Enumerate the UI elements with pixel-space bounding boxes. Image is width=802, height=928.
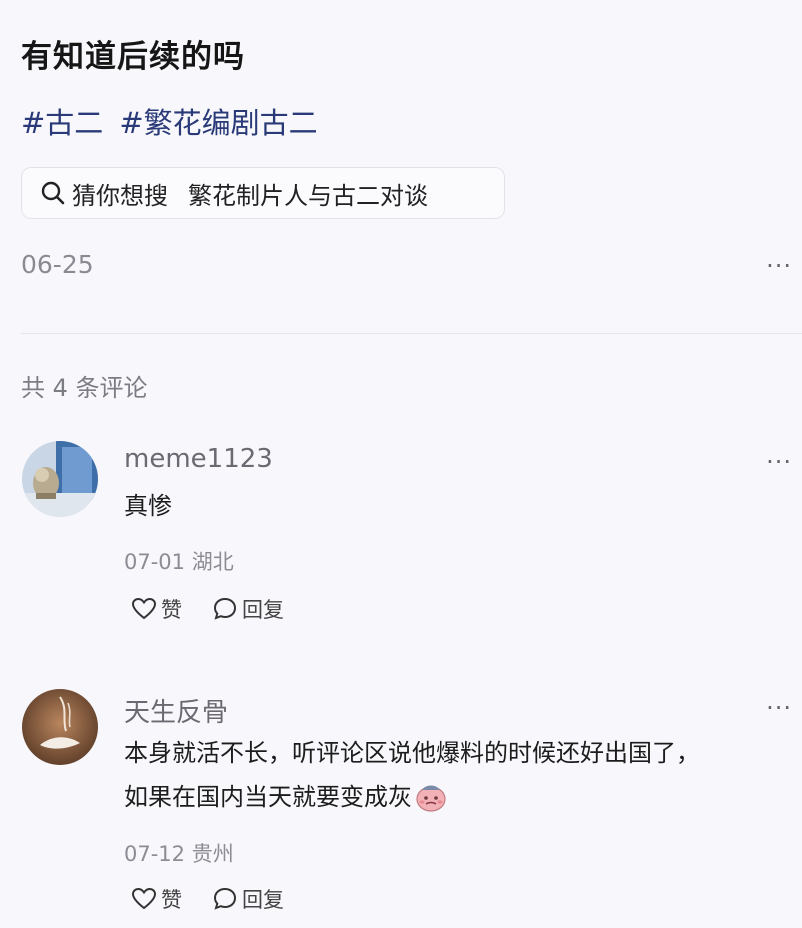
- like-button[interactable]: 赞: [131, 594, 182, 624]
- comment-location: 湖北: [191, 550, 234, 574]
- post-more-icon[interactable]: ···: [766, 252, 792, 280]
- avatar[interactable]: [22, 441, 98, 517]
- comment-text: 本身就活不长，听评论区说他爆料的时候还好出国了， 如果在国内当天就要变成灰: [124, 731, 700, 819]
- comment-more-icon[interactable]: ···: [766, 694, 792, 722]
- comment-username[interactable]: meme1123: [124, 444, 273, 474]
- comment-text-line-content: 如果在国内当天就要变成灰: [124, 783, 412, 811]
- post-date: 06-25: [21, 250, 94, 279]
- tag-link[interactable]: #古二: [21, 106, 103, 140]
- comment-location: 贵州: [191, 842, 234, 866]
- reply-label: 回复: [242, 598, 284, 622]
- suggested-search-chip[interactable]: 猜你想搜 繁花制片人与古二对谈: [21, 167, 505, 219]
- comment-icon: [213, 597, 237, 620]
- comment-text-line: 如果在国内当天就要变成灰: [124, 775, 700, 819]
- comment-actions: 赞 回复: [131, 594, 284, 624]
- search-icon: [41, 181, 65, 205]
- avatar-image: [22, 689, 98, 765]
- like-button[interactable]: 赞: [131, 884, 182, 914]
- reply-button[interactable]: 回复: [212, 594, 284, 624]
- reply-label: 回复: [242, 888, 284, 912]
- comment-icon: [213, 887, 237, 910]
- reply-button[interactable]: 回复: [212, 884, 284, 914]
- comment-date: 07-12: [124, 842, 186, 866]
- like-label: 赞: [161, 888, 182, 912]
- comment-text-line: 本身就活不长，听评论区说他爆料的时候还好出国了，: [124, 739, 700, 767]
- comment-username[interactable]: 天生反骨: [124, 692, 228, 729]
- comment-text: 真惨: [124, 484, 172, 528]
- emoji-icon: [416, 785, 446, 812]
- comment-actions: 赞 回复: [131, 884, 284, 914]
- search-query: 繁花制片人与古二对谈: [188, 181, 428, 210]
- comment-more-icon[interactable]: ···: [766, 448, 792, 476]
- tag-link[interactable]: #繁花编剧古二: [119, 106, 317, 140]
- heart-icon: [131, 887, 157, 910]
- avatar[interactable]: [22, 689, 98, 765]
- divider: [21, 333, 802, 334]
- like-label: 赞: [161, 598, 182, 622]
- heart-icon: [131, 597, 157, 620]
- post-tags: #古二 #繁花编剧古二: [21, 100, 334, 142]
- comment-text-line: 真惨: [124, 492, 172, 520]
- comment-date: 07-01: [124, 550, 186, 574]
- search-prefix: 猜你想搜: [72, 181, 168, 210]
- comment-count: 共 4 条评论: [21, 374, 148, 402]
- comment-meta: 07-12 贵州: [124, 838, 234, 868]
- post-title: 有知道后续的吗: [21, 39, 245, 75]
- avatar-image: [22, 441, 98, 517]
- comment-meta: 07-01 湖北: [124, 546, 234, 576]
